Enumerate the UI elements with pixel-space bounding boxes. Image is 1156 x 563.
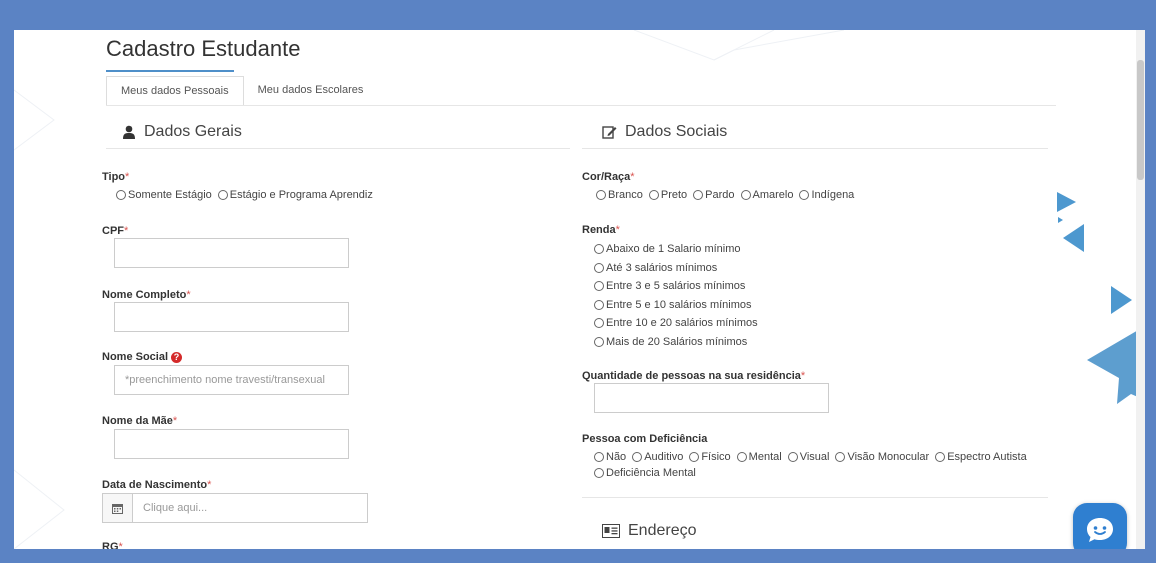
tab-bar: Meus dados Pessoais Meu dados Escolares xyxy=(106,76,377,106)
nome-social-label: Nome Social? xyxy=(102,351,183,363)
deco-triangle-1 xyxy=(1057,192,1076,212)
question-circle-icon[interactable]: ? xyxy=(171,351,183,363)
radio-pardo[interactable]: Pardo xyxy=(693,189,735,201)
title-underline xyxy=(106,70,234,72)
section-dados-sociais-title: Dados Sociais xyxy=(625,123,728,140)
nome-mae-label: Nome da Mãe* xyxy=(102,415,178,427)
nome-social-input[interactable]: *preenchimento nome travesti/transexual xyxy=(114,365,349,395)
nome-completo-input[interactable] xyxy=(114,302,349,332)
radio-indigena[interactable]: Indígena xyxy=(799,189,854,201)
radio-def-mental[interactable]: Mental xyxy=(736,451,782,463)
deficiencia-label: Pessoa com Deficiência xyxy=(582,433,708,445)
cor-raca-radio-group: Branco Preto Pardo Amarelo Indígena xyxy=(596,189,854,201)
tab-meu-dados-escolares[interactable]: Meu dados Escolares xyxy=(244,76,378,106)
radio-def-visao-monocular[interactable]: Visão Monocular xyxy=(835,451,929,463)
radio-def-espectro-autista[interactable]: Espectro Autista xyxy=(935,451,1027,463)
deco-triangle-4 xyxy=(1111,286,1132,314)
edit-icon xyxy=(602,126,617,139)
section-divider xyxy=(106,148,570,149)
page-title: Cadastro Estudante xyxy=(106,36,301,61)
nome-mae-input[interactable] xyxy=(114,429,349,459)
deco-triangle-3 xyxy=(1063,224,1084,252)
data-nascimento-label: Data de Nascimento* xyxy=(102,479,212,491)
section-divider xyxy=(582,148,1048,149)
radio-amarelo[interactable]: Amarelo xyxy=(740,189,793,201)
renda-label: Renda* xyxy=(582,224,620,236)
nome-completo-label: Nome Completo* xyxy=(102,289,191,301)
radio-renda-5-10[interactable]: Entre 5 e 10 salários mínimos xyxy=(594,296,758,315)
calendar-icon[interactable] xyxy=(103,494,133,522)
user-icon xyxy=(123,125,135,139)
radio-def-nao[interactable]: Não xyxy=(594,451,626,463)
cpf-input[interactable] xyxy=(114,238,349,268)
radio-def-deficiencia-mental[interactable]: Deficiência Mental xyxy=(594,467,696,479)
radio-estagio-programa-aprendiz[interactable]: Estágio e Programa Aprendiz xyxy=(217,189,373,201)
qtd-pessoas-input[interactable] xyxy=(594,383,829,413)
scrollbar[interactable] xyxy=(1136,30,1145,549)
data-nascimento-input[interactable]: Clique aqui... xyxy=(133,494,367,522)
deco-triangle-2 xyxy=(1058,217,1063,223)
radio-renda-3-5[interactable]: Entre 3 e 5 salários mínimos xyxy=(594,277,758,296)
section-divider xyxy=(582,497,1048,498)
deficiencia-radio-group: Não Auditivo Físico Mental Visual Visão … xyxy=(594,451,1044,479)
tipo-radio-group: Somente Estágio Estágio e Programa Apren… xyxy=(116,189,373,201)
radio-preto[interactable]: Preto xyxy=(648,189,687,201)
tipo-label: Tipo* xyxy=(102,171,130,183)
section-dados-sociais: Dados Sociais xyxy=(602,123,727,141)
rg-label: RG* xyxy=(102,541,123,549)
section-dados-gerais-title: Dados Gerais xyxy=(144,123,242,140)
cor-raca-label: Cor/Raça* xyxy=(582,171,635,183)
radio-renda-10-20[interactable]: Entre 10 e 20 salários mínimos xyxy=(594,314,758,333)
radio-def-auditivo[interactable]: Auditivo xyxy=(632,451,683,463)
radio-branco[interactable]: Branco xyxy=(596,189,643,201)
cpf-label: CPF* xyxy=(102,225,129,237)
section-endereco: Endereço xyxy=(602,522,697,540)
tabs-divider xyxy=(106,105,1056,106)
data-nascimento-field[interactable]: Clique aqui... xyxy=(102,493,368,523)
chat-bubble-icon xyxy=(1087,518,1113,542)
renda-radio-group: Abaixo de 1 Salario mínimo Até 3 salário… xyxy=(594,240,758,351)
section-dados-gerais: Dados Gerais xyxy=(122,123,242,141)
section-endereco-title: Endereço xyxy=(628,522,697,539)
address-card-icon xyxy=(602,524,620,538)
radio-def-fisico[interactable]: Físico xyxy=(689,451,731,463)
radio-renda-abaixo-1[interactable]: Abaixo de 1 Salario mínimo xyxy=(594,240,758,259)
tab-meus-dados-pessoais[interactable]: Meus dados Pessoais xyxy=(106,76,244,106)
chat-button[interactable] xyxy=(1073,503,1127,549)
scrollbar-thumb[interactable] xyxy=(1137,60,1144,180)
radio-def-visual[interactable]: Visual xyxy=(787,451,829,463)
page-window: Cadastro Estudante Meus dados Pessoais M… xyxy=(14,30,1145,549)
radio-renda-mais-20[interactable]: Mais de 20 Salários mínimos xyxy=(594,333,758,352)
radio-renda-ate-3[interactable]: Até 3 salários mínimos xyxy=(594,259,758,278)
radio-somente-estagio[interactable]: Somente Estágio xyxy=(116,189,212,201)
qtd-pessoas-label: Quantidade de pessoas na sua residência* xyxy=(582,370,806,382)
